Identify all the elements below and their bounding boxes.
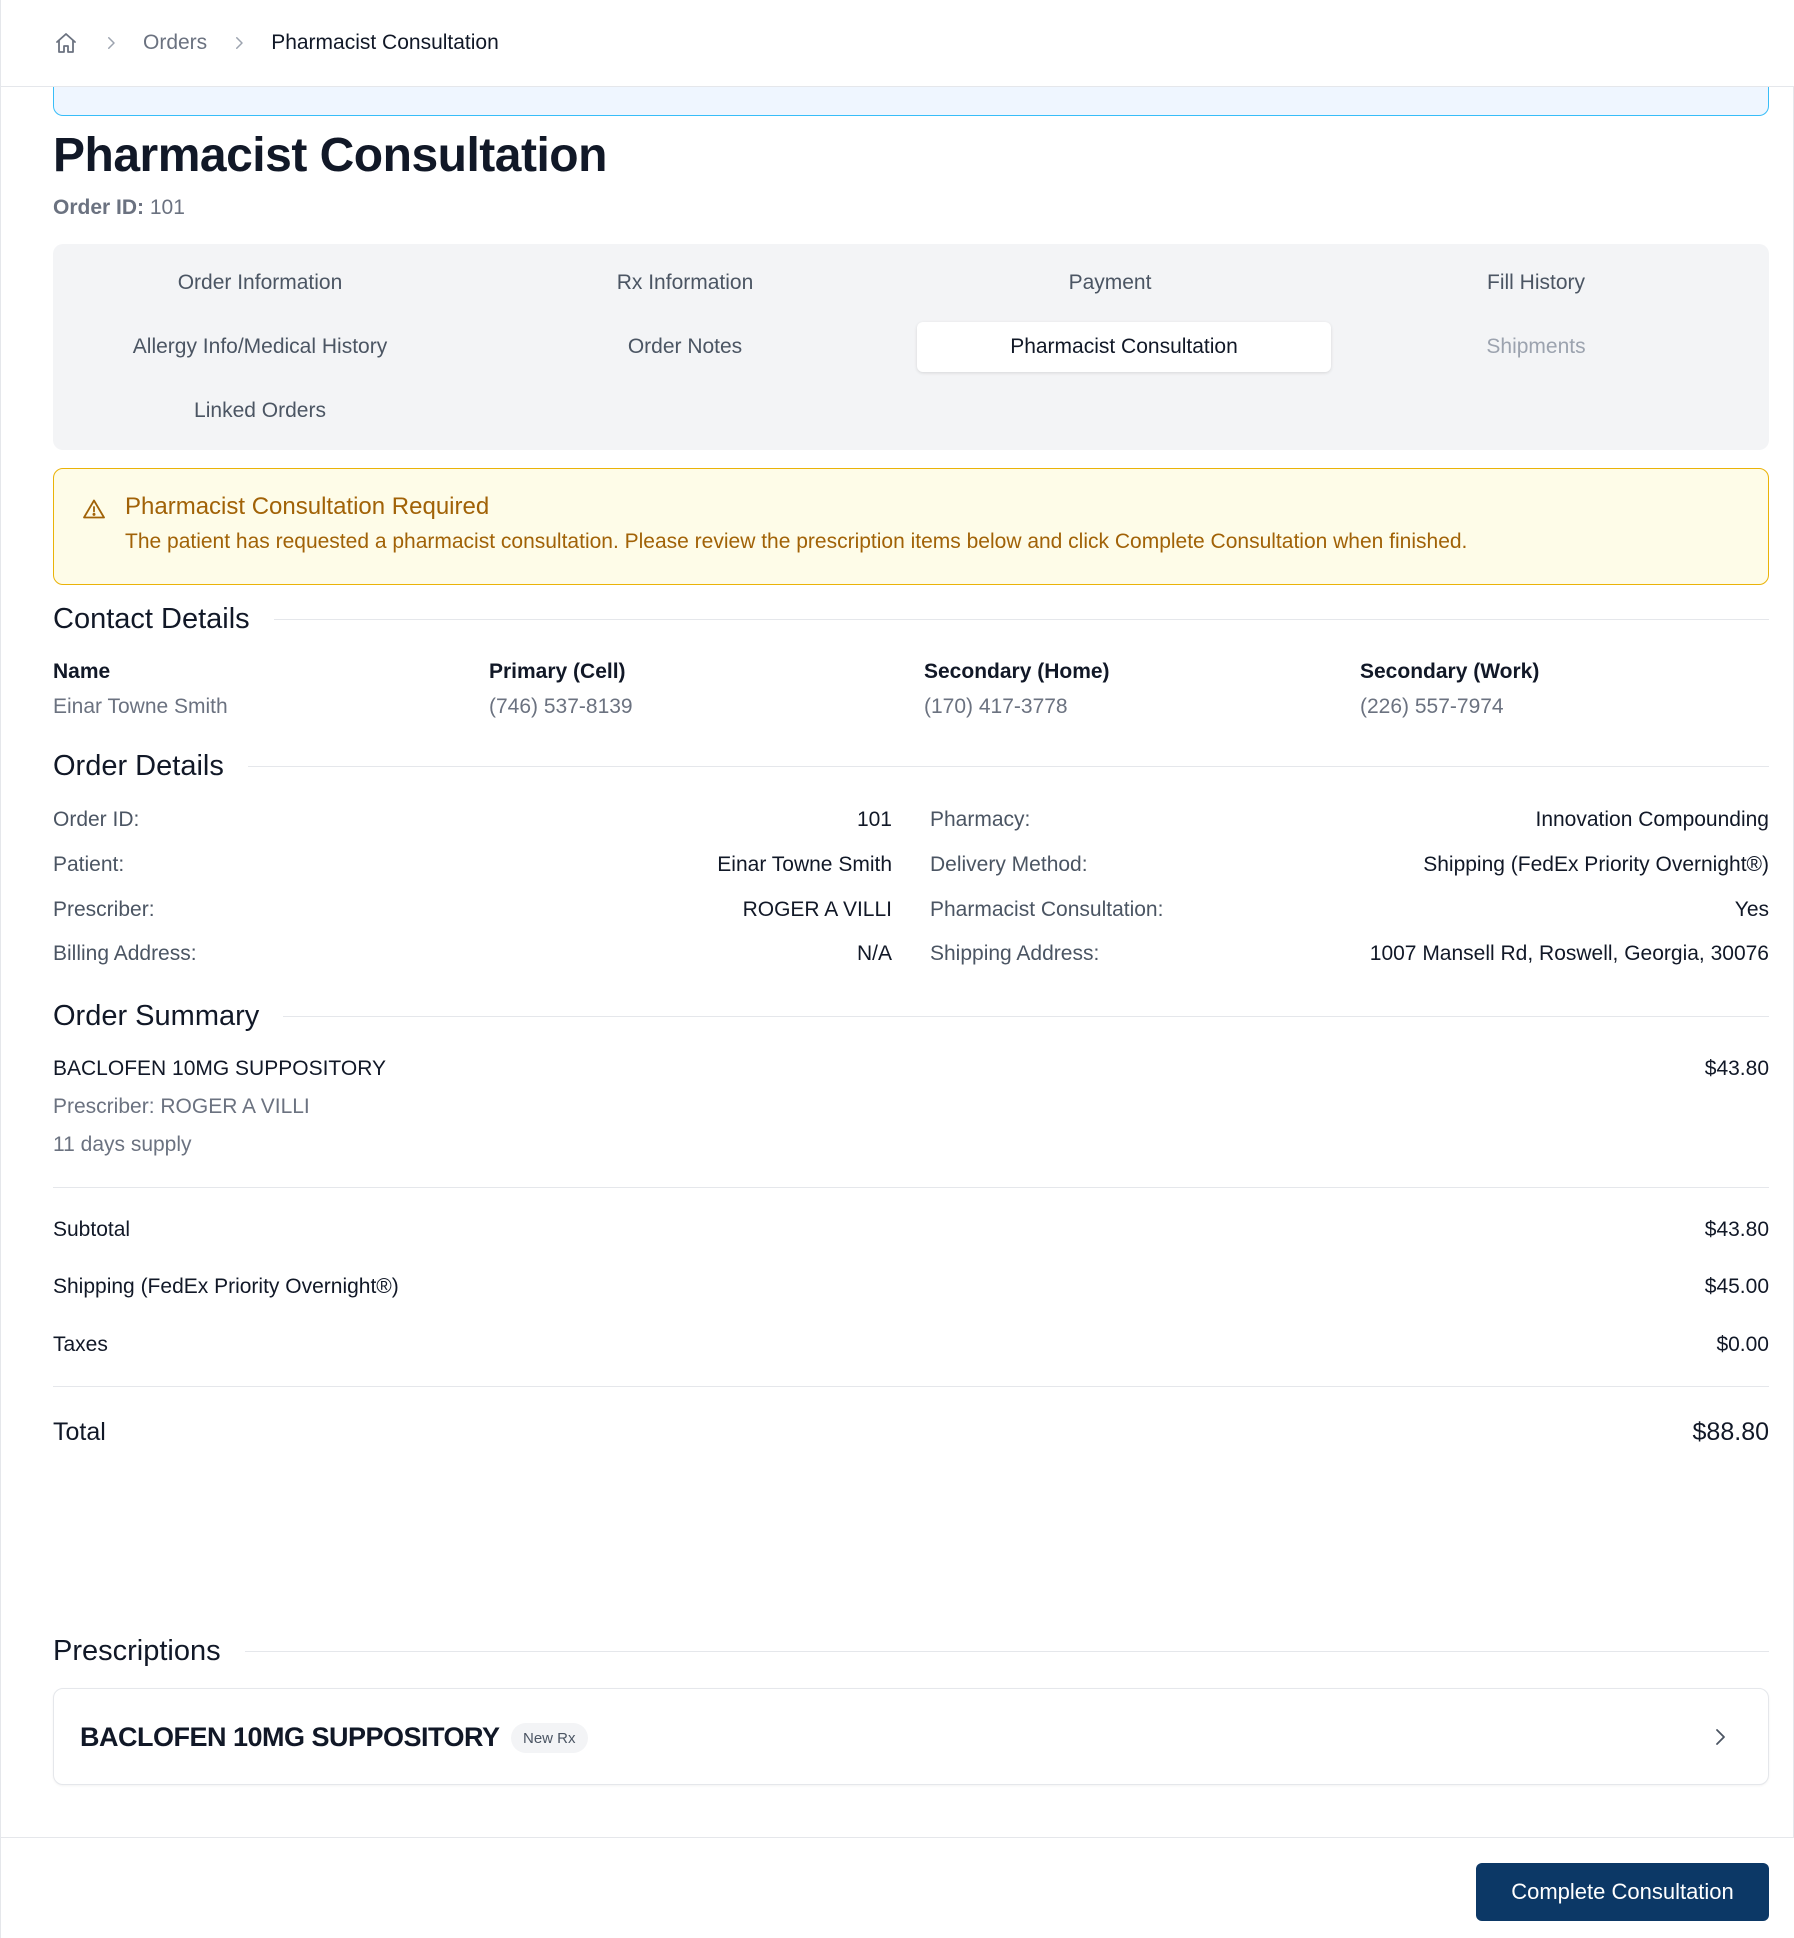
breadcrumb-orders-link[interactable]: Orders xyxy=(143,31,207,55)
summary-item-name: BACLOFEN 10MG SUPPOSITORY xyxy=(53,1057,386,1080)
detail-label: Patient: xyxy=(53,853,125,876)
tab-rx-information[interactable]: Rx Information xyxy=(478,258,892,308)
detail-label: Order ID: xyxy=(53,808,140,831)
chevron-right-icon[interactable] xyxy=(1708,1725,1732,1749)
contact-value: (226) 557-7974 xyxy=(1360,695,1504,718)
detail-value: N/A xyxy=(856,942,892,965)
subtotal-value: $43.80 xyxy=(1704,1218,1769,1241)
section-title: Order Details xyxy=(53,750,224,782)
contact-value: (170) 417-3778 xyxy=(924,695,1068,718)
contact-value: (746) 537-8139 xyxy=(489,695,633,718)
order-details-header: Order Details xyxy=(53,750,1769,783)
alert-title: Pharmacist Consultation Required xyxy=(125,493,490,520)
detail-label: Shipping Address: xyxy=(930,942,1100,965)
contact-secondary-work: Secondary (Work) (226) 557-7974 xyxy=(1360,660,1780,719)
taxes-label: Taxes xyxy=(53,1333,108,1356)
order-id-label: Order ID: xyxy=(53,196,145,219)
consultation-required-alert: Pharmacist Consultation Required The pat… xyxy=(53,468,1769,585)
detail-value: Einar Towne Smith xyxy=(717,853,892,876)
status-badge: New Rx xyxy=(511,1723,588,1753)
detail-label: Prescriber: xyxy=(53,898,155,921)
breadcrumb-current: Pharmacist Consultation xyxy=(271,31,499,54)
divider xyxy=(53,1386,1769,1387)
shipping-row: Shipping (FedEx Priority Overnight®) $45… xyxy=(53,1275,1769,1299)
order-detail-row: Pharmacist Consultation: Yes xyxy=(930,895,1769,925)
divider xyxy=(53,1187,1769,1188)
tab-list: Order Information Rx Information Payment… xyxy=(53,244,1769,450)
home-icon[interactable] xyxy=(53,30,79,56)
order-detail-row: Patient: Einar Towne Smith xyxy=(53,850,892,880)
tab-order-information[interactable]: Order Information xyxy=(53,258,467,308)
summary-item-supply: 11 days supply xyxy=(53,1133,192,1156)
order-id-line: Order ID: 101 xyxy=(53,196,185,220)
order-detail-row: Order ID: 101 xyxy=(53,805,892,835)
info-banner xyxy=(53,87,1769,116)
shipping-value: $45.00 xyxy=(1704,1275,1769,1298)
total-label: Total xyxy=(53,1418,106,1446)
divider xyxy=(247,766,1769,767)
summary-item-prescriber: Prescriber: ROGER A VILLI xyxy=(53,1095,310,1118)
prescription-name: BACLOFEN 10MG SUPPOSITORY xyxy=(80,1722,500,1752)
taxes-value: $0.00 xyxy=(1716,1333,1769,1356)
contact-label: Name xyxy=(53,660,111,683)
total-value: $88.80 xyxy=(1692,1418,1769,1446)
section-title: Order Summary xyxy=(53,1000,260,1032)
contact-name: Name Einar Towne Smith xyxy=(53,660,473,719)
summary-item-price: $43.80 xyxy=(1704,1057,1769,1080)
tab-allergy-info-medical-history[interactable]: Allergy Info/Medical History xyxy=(53,322,467,372)
alert-text: The patient has requested a pharmacist c… xyxy=(125,530,1468,553)
tab-pharmacist-consultation[interactable]: Pharmacist Consultation xyxy=(917,322,1331,372)
prescriptions-header: Prescriptions xyxy=(53,1635,1769,1668)
contact-primary-cell: Primary (Cell) (746) 537-8139 xyxy=(489,660,909,719)
divider xyxy=(273,619,1769,620)
contact-secondary-home: Secondary (Home) (170) 417-3778 xyxy=(924,660,1344,719)
complete-consultation-button[interactable]: Complete Consultation xyxy=(1476,1863,1769,1921)
taxes-row: Taxes $0.00 xyxy=(53,1333,1769,1357)
page-title: Pharmacist Consultation xyxy=(53,129,607,182)
tab-shipments: Shipments xyxy=(1486,335,1586,358)
tab-order-notes[interactable]: Order Notes xyxy=(478,322,892,372)
warning-triangle-icon xyxy=(82,497,106,521)
total-row: Total $88.80 xyxy=(53,1418,1769,1447)
prescription-card[interactable]: BACLOFEN 10MG SUPPOSITORY New Rx xyxy=(53,1688,1769,1785)
detail-value: ROGER A VILLI xyxy=(742,898,892,921)
order-detail-row: Shipping Address: 1007 Mansell Rd, Roswe… xyxy=(930,939,1769,969)
chevron-right-icon xyxy=(227,31,251,55)
footer-bar: Complete Consultation xyxy=(1,1837,1794,1938)
detail-label: Pharmacy: xyxy=(930,808,1031,831)
detail-label: Delivery Method: xyxy=(930,853,1088,876)
contact-details-header: Contact Details xyxy=(53,603,1769,636)
detail-label: Billing Address: xyxy=(53,942,197,965)
breadcrumb: Orders Pharmacist Consultation xyxy=(1,0,1794,87)
detail-value: Innovation Compounding xyxy=(1535,808,1769,831)
subtotal-row: Subtotal $43.80 xyxy=(53,1218,1769,1242)
section-title: Prescriptions xyxy=(53,1635,221,1667)
contact-label: Primary (Cell) xyxy=(489,660,626,683)
divider xyxy=(244,1651,1769,1652)
chevron-right-icon xyxy=(99,31,123,55)
order-detail-row: Delivery Method: Shipping (FedEx Priorit… xyxy=(930,850,1769,880)
tab-fill-history[interactable]: Fill History xyxy=(1329,258,1743,308)
order-detail-row: Prescriber: ROGER A VILLI xyxy=(53,895,892,925)
section-title: Contact Details xyxy=(53,603,250,635)
subtotal-label: Subtotal xyxy=(53,1218,131,1241)
detail-value: 1007 Mansell Rd, Roswell, Georgia, 30076 xyxy=(1369,942,1769,965)
contact-value: Einar Towne Smith xyxy=(53,695,228,718)
order-summary-header: Order Summary xyxy=(53,1000,1769,1033)
tab-payment[interactable]: Payment xyxy=(903,258,1317,308)
page: Orders Pharmacist Consultation Pharmacis… xyxy=(0,0,1794,1938)
order-detail-row: Pharmacy: Innovation Compounding xyxy=(930,805,1769,835)
tab-linked-orders[interactable]: Linked Orders xyxy=(53,386,467,436)
detail-value: Yes xyxy=(1734,898,1769,921)
order-detail-row: Billing Address: N/A xyxy=(53,939,892,969)
divider xyxy=(283,1016,1769,1017)
contact-label: Secondary (Home) xyxy=(924,660,1110,683)
detail-value: 101 xyxy=(856,808,892,831)
shipping-label: Shipping (FedEx Priority Overnight®) xyxy=(53,1275,399,1298)
order-id-value: 101 xyxy=(149,196,185,219)
contact-label: Secondary (Work) xyxy=(1360,660,1540,683)
detail-label: Pharmacist Consultation: xyxy=(930,898,1164,921)
detail-value: Shipping (FedEx Priority Overnight®) xyxy=(1423,853,1769,876)
